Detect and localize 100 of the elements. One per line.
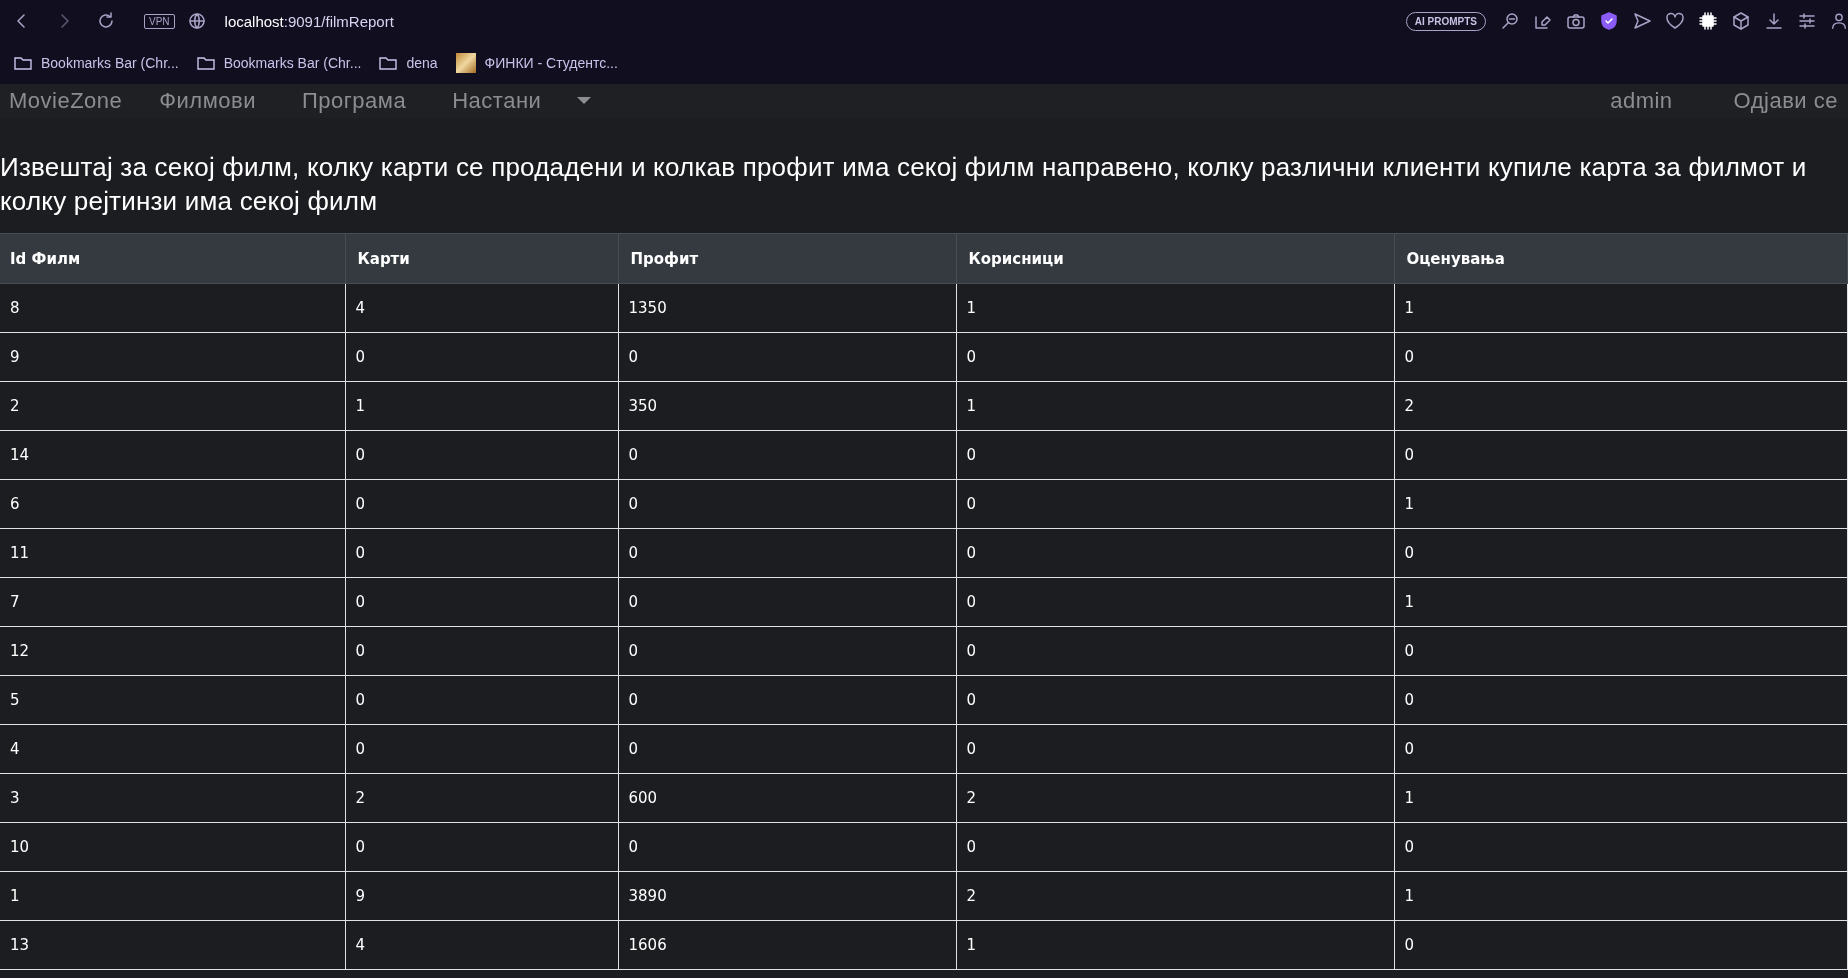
globe-icon[interactable] <box>186 11 207 31</box>
address-bar[interactable]: localhost:9091/filmReport <box>224 12 394 30</box>
camera-icon[interactable] <box>1566 11 1586 31</box>
folder-icon <box>14 55 32 71</box>
table-cell: 0 <box>345 528 618 578</box>
column-header: Id Филм <box>0 233 345 284</box>
table-cell: 600 <box>618 773 956 823</box>
profile-icon[interactable] <box>1830 11 1848 31</box>
table-cell: 6 <box>0 479 345 529</box>
table-cell: 0 <box>618 577 956 627</box>
folder-icon <box>379 55 398 71</box>
table-cell: 1350 <box>618 283 956 333</box>
table-cell: 0 <box>1394 724 1848 774</box>
table-cell: 1606 <box>618 920 956 970</box>
table-cell: 1 <box>956 381 1394 431</box>
table-cell: 11 <box>0 528 345 578</box>
bookmark[interactable]: Bookmarks Bar (Chr... <box>14 55 179 71</box>
table-cell: 0 <box>345 430 618 480</box>
table-cell: 1 <box>0 871 345 921</box>
table-cell: 1 <box>1394 283 1848 333</box>
table-cell: 0 <box>345 479 618 529</box>
user-link[interactable]: admin <box>1610 88 1673 114</box>
heart-icon[interactable] <box>1665 11 1685 31</box>
table-cell: 0 <box>345 822 618 872</box>
table-cell: 0 <box>956 479 1394 529</box>
table-cell: 13 <box>0 920 345 970</box>
table-cell: 2 <box>956 773 1394 823</box>
table-cell: 0 <box>956 675 1394 725</box>
column-header: Карти <box>345 233 618 284</box>
table-cell: 0 <box>618 479 956 529</box>
download-icon[interactable] <box>1764 11 1784 31</box>
table-cell: 0 <box>956 724 1394 774</box>
table-cell: 0 <box>618 675 956 725</box>
chip-icon[interactable] <box>1698 11 1718 31</box>
table-cell: 14 <box>0 430 345 480</box>
table-cell: 0 <box>1394 822 1848 872</box>
table-cell: 5 <box>0 675 345 725</box>
table-cell: 0 <box>956 528 1394 578</box>
table-cell: 3 <box>0 773 345 823</box>
column-header: Оценувања <box>1394 233 1848 284</box>
nav-link[interactable]: Програма <box>302 88 407 114</box>
table-cell: 7 <box>0 577 345 627</box>
table-cell: 1 <box>1394 479 1848 529</box>
table-cell: 8 <box>0 283 345 333</box>
table-cell: 0 <box>345 724 618 774</box>
table-cell: 0 <box>618 430 956 480</box>
table-cell: 2 <box>0 381 345 431</box>
table-cell: 12 <box>0 626 345 676</box>
table-cell: 0 <box>618 528 956 578</box>
table-cell: 1 <box>1394 773 1848 823</box>
table-cell: 0 <box>1394 626 1848 676</box>
table-cell: 4 <box>0 724 345 774</box>
table-cell: 0 <box>1394 920 1848 970</box>
brand-link[interactable]: MovieZone <box>9 88 123 114</box>
table-cell: 3890 <box>618 871 956 921</box>
reload-icon[interactable] <box>96 11 116 31</box>
table-cell: 0 <box>618 332 956 382</box>
table-cell: 4 <box>345 920 618 970</box>
folder-icon <box>196 55 215 71</box>
table-cell: 9 <box>0 332 345 382</box>
table-cell: 0 <box>345 675 618 725</box>
table-cell: 1 <box>1394 577 1848 627</box>
table-cell: 0 <box>956 626 1394 676</box>
table-cell: 0 <box>345 626 618 676</box>
table-cell: 1 <box>345 381 618 431</box>
column-header: Корисници <box>956 233 1394 284</box>
search-icon[interactable] <box>1500 11 1520 31</box>
table-cell: 1 <box>956 283 1394 333</box>
column-header: Профит <box>618 233 956 284</box>
shield-check-icon[interactable] <box>1599 11 1619 31</box>
table-cell: 2 <box>1394 381 1848 431</box>
table-cell: 10 <box>0 822 345 872</box>
table-cell: 0 <box>345 332 618 382</box>
logout-link[interactable]: Одјави се <box>1733 88 1838 114</box>
table-cell: 0 <box>956 332 1394 382</box>
vpn-badge[interactable]: VPN <box>144 13 175 29</box>
table-cell: 9 <box>345 871 618 921</box>
site-favicon-icon <box>455 53 476 73</box>
bookmark[interactable]: Bookmarks Bar (Chr... <box>196 55 362 71</box>
table-cell: 2 <box>345 773 618 823</box>
report-heading: Извештај за секој филм, колку карти се продадени и колкав профит има секој филм направено, колку различни клиенти купиле карта за филмот и колку рејтинзи има секој филм <box>0 151 1808 218</box>
table-cell: 0 <box>1394 430 1848 480</box>
table-cell: 0 <box>1394 332 1848 382</box>
send-icon[interactable] <box>1632 11 1652 31</box>
table-cell: 1 <box>956 920 1394 970</box>
table-cell: 0 <box>618 822 956 872</box>
nav-link[interactable]: Настани <box>452 88 542 114</box>
caret-icon[interactable] <box>577 97 592 105</box>
cube-icon[interactable] <box>1731 11 1751 31</box>
sliders-icon[interactable] <box>1797 11 1817 31</box>
table-cell: 0 <box>345 577 618 627</box>
nav-link[interactable]: Филмови <box>159 88 257 114</box>
table-cell: 4 <box>345 283 618 333</box>
table-cell: 2 <box>956 871 1394 921</box>
table-cell: 0 <box>956 822 1394 872</box>
table-cell: 0 <box>956 577 1394 627</box>
table-cell: 0 <box>956 430 1394 480</box>
bookmark[interactable]: dena <box>379 55 438 71</box>
table-cell: 350 <box>618 381 956 431</box>
bookmark[interactable]: ФИНКИ - Студентс... <box>455 53 618 73</box>
